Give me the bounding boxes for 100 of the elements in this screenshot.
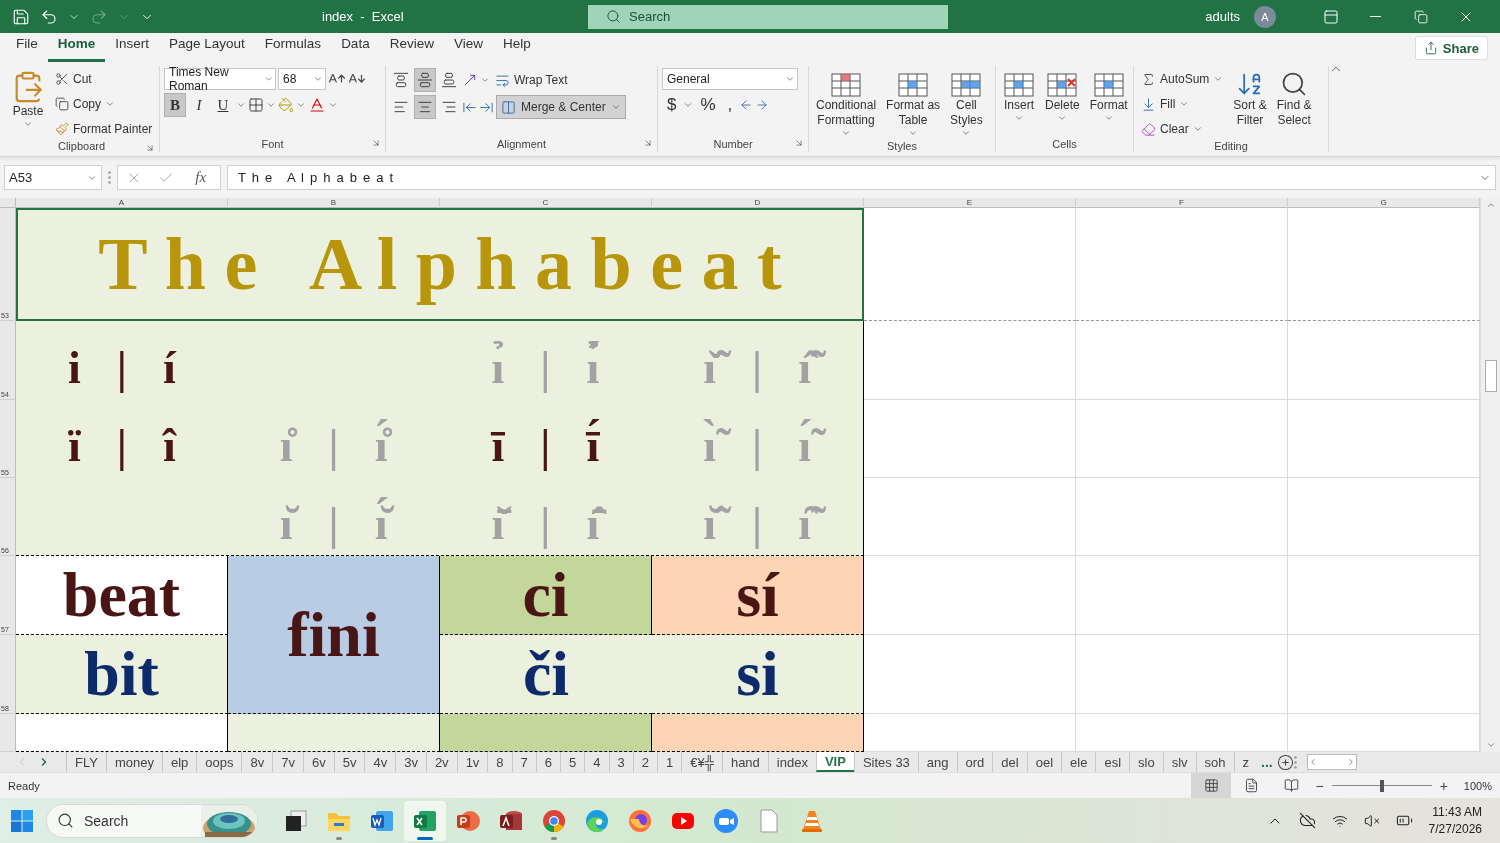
merge-center-button[interactable]: Merge & Center [496, 95, 626, 119]
ribbon-tab[interactable]: Data [331, 34, 380, 62]
start-icon[interactable] [10, 808, 34, 833]
sheet-tab[interactable]: 3 [608, 752, 633, 772]
increase-decimal-icon[interactable] [739, 98, 754, 112]
sheet-tab[interactable]: Sites 33 [853, 752, 918, 772]
font-name-field[interactable]: Times New Roman [164, 68, 276, 90]
sheet-tab[interactable]: ord [956, 752, 993, 772]
cloud-off-icon[interactable] [1298, 812, 1316, 829]
sheet-tab[interactable]: 3v [395, 752, 426, 772]
number-format-field[interactable]: General [662, 68, 798, 90]
zoom-out-button[interactable]: − [1311, 777, 1328, 794]
vertical-align-button[interactable] [414, 68, 436, 92]
sheet-tab[interactable]: ang [917, 752, 957, 772]
share-button[interactable]: Share [1414, 36, 1488, 60]
caret-icon[interactable] [236, 100, 246, 110]
sheet-tab[interactable]: del [992, 752, 1027, 772]
empty-cell[interactable] [864, 321, 1076, 400]
ribbon-tab[interactable]: Help [492, 34, 541, 62]
sheet-tab[interactable]: 6v [302, 752, 334, 772]
ribbon-tab[interactable]: Insert [105, 34, 160, 62]
empty-cell[interactable] [1076, 635, 1288, 714]
redo-icon[interactable] [90, 7, 108, 26]
word-cell[interactable]: bit [16, 635, 228, 714]
empty-cell[interactable] [1076, 556, 1288, 635]
empty-cell[interactable] [1076, 321, 1288, 400]
currency-button[interactable]: $ [662, 93, 682, 117]
sheet-tab[interactable]: 2 [632, 752, 657, 772]
sheet-tab[interactable]: slo [1129, 752, 1163, 772]
sheet-tab[interactable]: €¥╬ [681, 752, 722, 772]
format-painter-button[interactable]: Format Painter [52, 118, 156, 140]
caret-icon[interactable] [683, 100, 694, 110]
column-header[interactable]: F [1076, 198, 1288, 208]
sheet-tab[interactable]: 4 [584, 752, 609, 772]
sheet-tab[interactable]: oops [196, 752, 242, 772]
dialog-launcher-icon[interactable] [371, 138, 381, 148]
zoom-thumb[interactable] [1379, 779, 1384, 792]
word-cell[interactable]: si [652, 635, 864, 714]
font-style-button[interactable]: B [164, 93, 186, 117]
conditional-button[interactable]: Conditional Formatting [813, 68, 880, 140]
table-cell[interactable] [440, 714, 652, 752]
empty-cell[interactable] [864, 400, 1076, 478]
ribbon-tab[interactable]: Home [47, 34, 106, 62]
orientation-icon[interactable] [462, 72, 478, 88]
sheet-tab[interactable]: 2v [425, 752, 457, 772]
empty-cell[interactable] [1076, 400, 1288, 478]
copy-button[interactable]: Copy [52, 93, 156, 115]
fill-button[interactable]: Fill [1138, 93, 1227, 115]
avatar[interactable]: A [1254, 5, 1276, 28]
sheet-tab[interactable]: z [1233, 752, 1258, 772]
word-cell[interactable]: beat [16, 556, 228, 635]
ribbon-tab[interactable]: Formulas [254, 34, 332, 62]
insert-function-button[interactable]: fx [189, 168, 213, 187]
empty-cell[interactable] [1076, 208, 1288, 321]
word-cell[interactable]: či [440, 635, 652, 714]
empty-cell[interactable] [864, 478, 1076, 556]
sheet-tab[interactable]: money [105, 752, 162, 772]
find-button[interactable]: Find & Select [1273, 68, 1315, 140]
caret-icon[interactable] [296, 100, 306, 110]
sheet-tab[interactable]: 7 [511, 752, 536, 772]
table-cell[interactable] [16, 714, 228, 752]
sheet-tab[interactable]: index [767, 752, 816, 772]
sheet-tab[interactable]: 5 [560, 752, 585, 772]
sheet-tab[interactable]: 1 [657, 752, 682, 772]
zoom-in-button[interactable]: + [1435, 777, 1452, 794]
ribbon-tab[interactable]: Review [379, 34, 444, 62]
decrease-decimal-icon[interactable] [755, 98, 770, 112]
clock[interactable]: 11:43 AM 7/27/2026 [1428, 805, 1482, 836]
font-style-button[interactable]: I [188, 93, 210, 117]
name-box[interactable]: A53 [4, 165, 102, 190]
column-header[interactable]: E [864, 198, 1076, 208]
ribbon-tab[interactable]: Page Layout [159, 34, 255, 62]
font-style-button[interactable]: U [212, 93, 234, 117]
undo-icon[interactable] [40, 7, 58, 26]
sheet-tab[interactable]: ele [1061, 752, 1096, 772]
format-button[interactable]: Format [1086, 68, 1131, 135]
sheet-tab[interactable]: 5v [333, 752, 365, 772]
dialog-launcher-icon[interactable] [145, 143, 155, 153]
volume-muted-icon[interactable] [1363, 812, 1380, 829]
sheet-tab[interactable]: slv [1162, 752, 1196, 772]
horizontal-align-button[interactable] [414, 95, 436, 119]
clear-button[interactable]: Clear [1138, 118, 1227, 140]
formula-field[interactable]: T h e A l p h a b e a t [227, 165, 1496, 190]
sheet-tab[interactable]: 4v [364, 752, 396, 772]
font-color-icon[interactable] [308, 96, 326, 114]
font-size-field[interactable]: 68 [278, 68, 326, 90]
table-cell[interactable] [228, 714, 440, 752]
ribbon-tab[interactable]: File [6, 34, 48, 62]
autosum-button[interactable]: AutoSum [1138, 68, 1227, 90]
caret-icon[interactable] [480, 75, 490, 85]
column-header[interactable]: D [652, 198, 864, 208]
scroll-up-icon[interactable] [1485, 200, 1496, 210]
insert-button[interactable]: Insert [1000, 68, 1038, 135]
scroll-down-icon[interactable] [1485, 740, 1496, 750]
sheet-tab[interactable]: VIP [815, 752, 854, 772]
percent-button[interactable]: % [695, 93, 721, 117]
word-cell[interactable]: fini [228, 556, 440, 714]
dialog-launcher-icon[interactable] [794, 138, 804, 148]
paste-button[interactable]: Paste [8, 68, 48, 140]
comma-button[interactable]: , [722, 93, 738, 117]
